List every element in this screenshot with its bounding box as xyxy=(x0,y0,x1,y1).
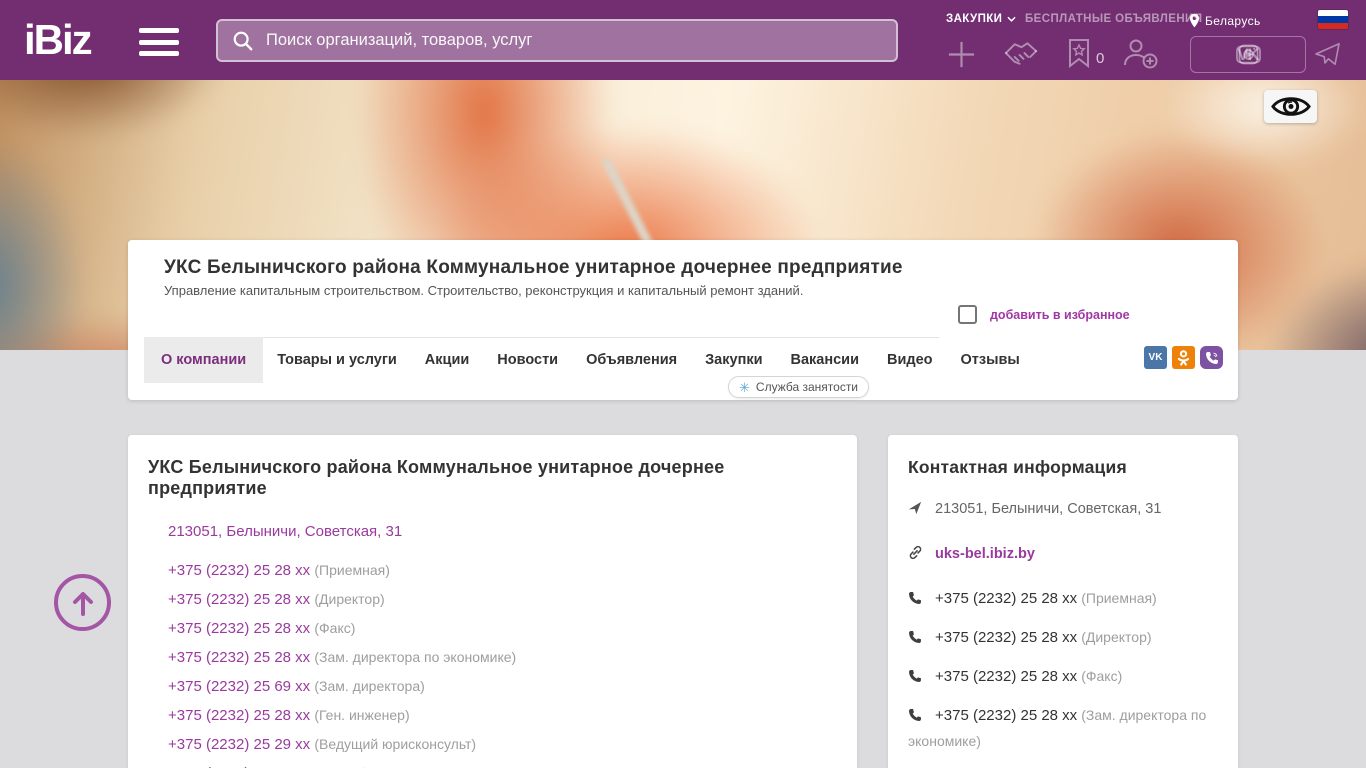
phone-link[interactable]: +375 (2232) 25 28 xx xyxy=(935,629,1077,646)
contact-phone-row: +375 (2232) 25 28 xx (Зам. директора по … xyxy=(908,704,1218,754)
contact-address-row: 213051, Белыничи, Советская, 31 xyxy=(908,498,1218,523)
chevron-down-icon xyxy=(1007,16,1016,22)
navigation-arrow-icon xyxy=(908,500,924,523)
phone-label: (Ген. инженер) xyxy=(314,707,410,723)
country-selector[interactable]: Беларусь xyxy=(1189,13,1261,28)
company-tabs: О компании Товары и услуги Акции Новости… xyxy=(144,337,1034,383)
address-row: 213051, Белыничи, Советская, 31 xyxy=(168,523,837,541)
phone-link[interactable]: +375 (2232) 25 28 xx xyxy=(935,707,1077,724)
phone-row: +375 (2232) 25 28 xx (Зам. директора по … xyxy=(168,643,837,672)
phone-icon xyxy=(908,590,924,613)
youtube-icon[interactable] xyxy=(1235,45,1261,64)
contact-phone-row: +375 (2232) 25 28 xx (Приемная) xyxy=(908,587,1218,613)
location-pin-icon xyxy=(1189,13,1200,28)
phone-link[interactable]: +375 (2232) 25 28 xx xyxy=(935,668,1077,685)
favorites-checkbox[interactable] xyxy=(958,305,977,324)
company-social-links: VK xyxy=(1144,346,1223,369)
tab-reviews[interactable]: Отзывы xyxy=(947,337,1034,383)
contact-info-heading: Контактная информация xyxy=(908,457,1127,477)
country-label: Беларусь xyxy=(1205,13,1261,28)
contact-address: 213051, Белыничи, Советская, 31 xyxy=(935,501,1162,517)
company-header-card: УКС Белыничского района Коммунальное уни… xyxy=(128,240,1238,400)
employment-service-label: Служба занятости xyxy=(755,380,859,394)
phone-row: +375 (2232) 25 69 xx (Зам. директора) xyxy=(168,672,837,701)
company-title: УКС Белыничского района Коммунальное уни… xyxy=(164,257,903,278)
phone-link[interactable]: +375 (2232) 25 28 xx xyxy=(935,590,1077,607)
phone-label: (Факс) xyxy=(314,620,356,636)
telegram-icon[interactable] xyxy=(1314,42,1341,66)
company-subtitle: Управление капитальным строительством. С… xyxy=(164,283,804,298)
menu-icon[interactable] xyxy=(139,28,179,56)
tab-about[interactable]: О компании xyxy=(144,337,264,383)
ibiz-logo[interactable]: iBiz xyxy=(24,16,93,64)
scroll-to-top-button[interactable] xyxy=(54,574,111,631)
phone-label: (Приемная) xyxy=(1081,590,1157,606)
about-card: УКС Белыничского района Коммунальное уни… xyxy=(128,435,857,768)
phone-link[interactable]: +375 (2232) 25 28 xx xyxy=(168,649,310,666)
link-icon xyxy=(908,545,924,568)
phone-row: +375 (2232) 25 28 xx (Факс) xyxy=(168,614,837,643)
about-heading: УКС Белыничского района Коммунальное уни… xyxy=(148,457,725,498)
purchases-menu[interactable]: ЗАКУПКИ xyxy=(946,13,1016,25)
tab-products[interactable]: Товары и услуги xyxy=(263,337,411,383)
purchases-label: ЗАКУПКИ xyxy=(946,13,1003,25)
language-flag-russian[interactable] xyxy=(1318,10,1348,29)
tab-video[interactable]: Видео xyxy=(873,337,947,383)
viber-icon[interactable] xyxy=(1200,346,1223,369)
free-ads-link[interactable]: БЕСПЛАТНЫЕ ОБЪЯВЛЕНИЯ xyxy=(1025,13,1202,25)
favorites-label: добавить в избранное xyxy=(990,307,1130,322)
phone-link[interactable]: +375 (2232) 25 28 xx xyxy=(168,562,310,579)
tab-promotions[interactable]: Акции xyxy=(411,337,483,383)
add-company-icon[interactable] xyxy=(946,39,977,70)
phone-link[interactable]: +375 (2232) 25 69 xx xyxy=(168,678,310,695)
phone-row: +375 (2232) 25 28 xx (Глав. бухгалтер) xyxy=(168,759,837,768)
search-box xyxy=(216,19,898,62)
contact-info-card: Контактная информация 213051, Белыничи, … xyxy=(888,435,1238,768)
phone-row: +375 (2232) 25 29 xx (Ведущий юрисконсул… xyxy=(168,730,837,759)
phone-label: (Факс) xyxy=(1081,668,1123,684)
phone-list: +375 (2232) 25 28 xx (Приемная) +375 (22… xyxy=(168,556,837,768)
search-icon xyxy=(233,31,253,50)
employment-service-badge: ✳ Служба занятости xyxy=(728,376,870,398)
phone-icon xyxy=(908,629,924,652)
search-input[interactable] xyxy=(266,31,882,50)
company-address-link[interactable]: 213051, Белыничи, Советская, 31 xyxy=(168,523,402,540)
contact-phone-row: +375 (2232) 25 28 xx (Директор) xyxy=(908,626,1218,652)
eye-icon xyxy=(1270,97,1311,116)
phone-label: (Зам. директора по экономике) xyxy=(314,649,517,665)
phone-row: +375 (2232) 25 28 xx (Директор) xyxy=(168,585,837,614)
favorites-bookmark-icon[interactable] xyxy=(1067,38,1091,68)
phone-link[interactable]: +375 (2232) 25 28 xx xyxy=(168,591,310,608)
phone-label: (Ведущий юрисконсульт) xyxy=(314,736,477,752)
sign-in-icon[interactable] xyxy=(1122,38,1158,69)
header-social-box: VK xyxy=(1190,36,1306,73)
phone-link[interactable]: +375 (2232) 25 29 xx xyxy=(168,736,310,753)
phone-row: +375 (2232) 25 28 xx (Приемная) xyxy=(168,556,837,585)
phone-label: (Зам. директора) xyxy=(314,678,425,694)
tab-ads[interactable]: Объявления xyxy=(572,337,691,383)
phone-label: (Приемная) xyxy=(314,562,390,578)
tab-news[interactable]: Новости xyxy=(483,337,572,383)
phone-label: (Директор) xyxy=(314,591,385,607)
arrow-up-icon xyxy=(72,591,93,616)
contact-phone-row: +375 (2232) 25 28 xx (Факс) xyxy=(908,665,1218,691)
contact-website-row: uks-bel.ibiz.by xyxy=(908,543,1218,568)
phone-icon xyxy=(908,668,924,691)
favorites-count: 0 xyxy=(1096,50,1105,67)
add-to-favorites[interactable]: добавить в избранное xyxy=(958,305,1130,324)
header: iBiz ЗАКУПКИ БЕСПЛАТНЫЕ ОБЪЯВЛЕНИЯ Белар… xyxy=(0,0,1366,80)
phone-link[interactable]: +375 (2232) 25 28 xx xyxy=(168,620,310,637)
phone-icon xyxy=(908,707,924,730)
company-website-link[interactable]: uks-bel.ibiz.by xyxy=(935,546,1035,562)
snowflake-icon: ✳ xyxy=(739,379,750,395)
accessibility-eye-button[interactable] xyxy=(1264,90,1317,123)
handshake-icon[interactable] xyxy=(1003,38,1040,70)
vk-share-icon[interactable]: VK xyxy=(1144,346,1167,369)
phone-row: +375 (2232) 25 28 xx (Ген. инженер) xyxy=(168,701,837,730)
phone-link[interactable]: +375 (2232) 25 28 xx xyxy=(168,707,310,724)
odnoklassniki-icon[interactable] xyxy=(1172,346,1195,369)
phone-label: (Директор) xyxy=(1081,629,1152,645)
